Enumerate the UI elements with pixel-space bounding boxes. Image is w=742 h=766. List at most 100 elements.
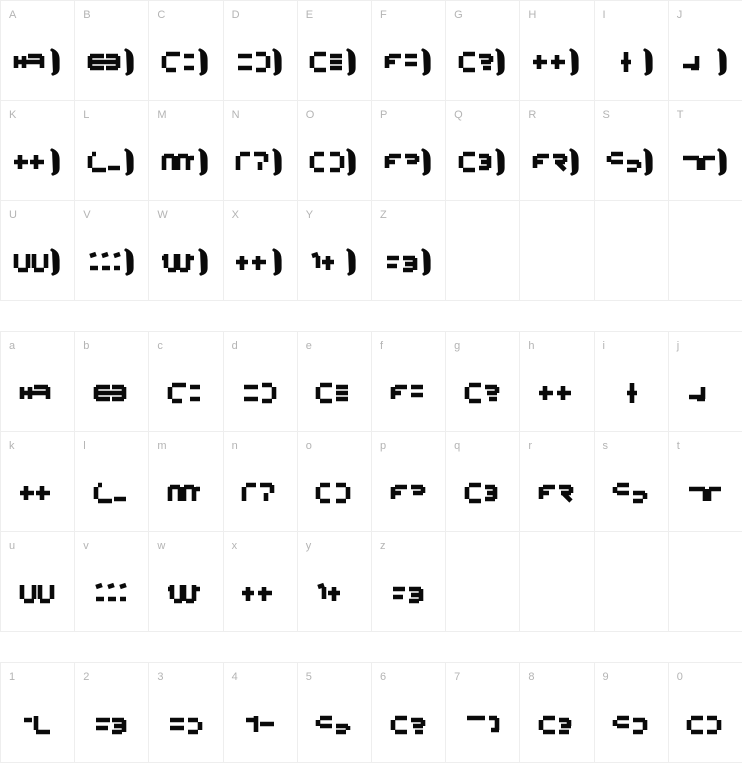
glyph-cell-H[interactable]: H: [520, 1, 595, 101]
glyph-render-j: [669, 358, 742, 428]
glyph-cell-p[interactable]: p: [371, 432, 447, 532]
glyph-cell-l[interactable]: l: [75, 432, 150, 532]
glyph-render-d: [224, 358, 297, 428]
glyph-cell-b[interactable]: b: [75, 332, 150, 432]
glyph-cell-P[interactable]: P: [371, 101, 447, 201]
glyph-cell-label: V: [83, 209, 91, 221]
glyph-cell-label: B: [83, 9, 91, 21]
glyph-cell-m[interactable]: m: [149, 432, 224, 532]
glyph-cell-Y[interactable]: Y: [297, 201, 372, 301]
glyph-cell-9[interactable]: 9: [594, 663, 669, 763]
glyph-cell-f[interactable]: f: [371, 332, 447, 432]
glyph-cell-S[interactable]: S: [594, 101, 669, 201]
glyph-cell-N[interactable]: N: [223, 101, 298, 201]
glyph-cell-x[interactable]: x: [223, 532, 298, 632]
glyph-cell-4[interactable]: 4: [223, 663, 298, 763]
glyph-render-L: [75, 127, 148, 197]
glyph-cell-K[interactable]: K: [1, 101, 76, 201]
glyph-cell-w[interactable]: w: [149, 532, 224, 632]
glyph-render-g: [446, 358, 519, 428]
glyph-render-Y: [298, 227, 371, 297]
glyph-cell-r[interactable]: r: [520, 432, 595, 532]
glyph-cell-1[interactable]: 1: [1, 663, 76, 763]
glyph-cell-label: y: [305, 540, 312, 552]
glyph-cell-B[interactable]: B: [75, 1, 150, 101]
glyph-cell-label: H: [528, 9, 537, 21]
glyph-cell-label: E: [305, 9, 314, 21]
glyph-cell-c[interactable]: c: [149, 332, 224, 432]
glyph-render-4: [224, 689, 297, 759]
glyph-cell-L[interactable]: L: [75, 101, 150, 201]
glyph-render-f: [372, 358, 445, 428]
glyph-cell-a[interactable]: a: [1, 332, 76, 432]
glyph-cell-2[interactable]: 2: [75, 663, 150, 763]
glyph-cell-empty: [520, 201, 595, 301]
glyph-cell-e[interactable]: e: [297, 332, 372, 432]
glyph-cell-d[interactable]: d: [223, 332, 298, 432]
glyph-cell-T[interactable]: T: [668, 101, 742, 201]
glyph-cell-label: L: [83, 109, 90, 121]
glyph-cell-empty: [446, 532, 521, 632]
glyph-cell-label: 2: [83, 671, 90, 683]
glyph-render-t: [669, 458, 742, 528]
glyph-cell-label: R: [528, 109, 537, 121]
glyph-cell-s[interactable]: s: [594, 432, 669, 532]
glyph-cell-label: x: [231, 540, 238, 552]
glyph-cell-y[interactable]: y: [297, 532, 372, 632]
glyph-cell-empty: [446, 201, 521, 301]
glyph-cell-3[interactable]: 3: [149, 663, 224, 763]
glyph-cell-0[interactable]: 0: [668, 663, 742, 763]
glyph-render-a: [1, 358, 74, 428]
glyph-render-s: [595, 458, 668, 528]
glyph-cell-u[interactable]: u: [1, 532, 76, 632]
glyph-cell-6[interactable]: 6: [371, 663, 447, 763]
glyph-cell-8[interactable]: 8: [520, 663, 595, 763]
glyph-cell-label: p: [379, 440, 387, 452]
glyph-cell-R[interactable]: R: [520, 101, 595, 201]
glyph-cell-n[interactable]: n: [223, 432, 298, 532]
glyph-cell-k[interactable]: k: [1, 432, 76, 532]
glyph-cell-5[interactable]: 5: [297, 663, 372, 763]
glyph-render-C: [149, 27, 222, 97]
glyph-cell-o[interactable]: o: [297, 432, 372, 532]
glyph-cell-W[interactable]: W: [149, 201, 224, 301]
glyph-cell-J[interactable]: J: [668, 1, 742, 101]
glyph-render-7: [446, 689, 519, 759]
glyph-cell-t[interactable]: t: [668, 432, 742, 532]
glyph-cell-V[interactable]: V: [75, 201, 150, 301]
glyph-cell-A[interactable]: A: [1, 1, 76, 101]
glyph-cell-U[interactable]: U: [1, 201, 76, 301]
glyph-cell-C[interactable]: C: [149, 1, 224, 101]
glyph-cell-label: t: [676, 440, 680, 452]
glyph-cell-D[interactable]: D: [223, 1, 298, 101]
glyph-render-V: [75, 227, 148, 297]
glyph-cell-F[interactable]: F: [371, 1, 447, 101]
glyph-cell-v[interactable]: v: [75, 532, 150, 632]
glyph-cell-E[interactable]: E: [297, 1, 372, 101]
glyph-cell-h[interactable]: h: [520, 332, 595, 432]
glyph-cell-label: G: [454, 9, 463, 21]
glyph-cell-q[interactable]: q: [446, 432, 521, 532]
glyph-cell-i[interactable]: i: [594, 332, 669, 432]
glyph-cell-G[interactable]: G: [446, 1, 521, 101]
glyph-cell-g[interactable]: g: [446, 332, 521, 432]
glyph-render-8: [520, 689, 593, 759]
glyph-cell-7[interactable]: 7: [446, 663, 521, 763]
glyph-render-T: [669, 127, 742, 197]
glyph-render-x: [224, 558, 297, 628]
glyph-cell-Q[interactable]: Q: [446, 101, 521, 201]
glyph-cell-z[interactable]: z: [371, 532, 447, 632]
glyph-render-S: [595, 127, 668, 197]
glyph-render-Z: [372, 227, 445, 297]
glyph-cell-label: I: [602, 9, 606, 21]
glyph-render-P: [372, 127, 445, 197]
glyph-cell-label: U: [9, 209, 18, 221]
glyph-render-2: [75, 689, 148, 759]
glyph-cell-j[interactable]: j: [668, 332, 742, 432]
glyph-cell-M[interactable]: M: [149, 101, 224, 201]
glyph-cell-O[interactable]: O: [297, 101, 372, 201]
glyph-cell-label: n: [231, 440, 238, 452]
glyph-cell-I[interactable]: I: [594, 1, 669, 101]
glyph-cell-Z[interactable]: Z: [371, 201, 447, 301]
glyph-cell-X[interactable]: X: [223, 201, 298, 301]
